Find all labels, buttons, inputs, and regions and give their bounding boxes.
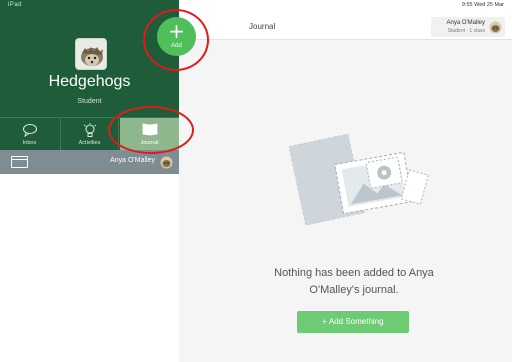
user-avatar-icon [489,21,502,39]
sidebar: iPad Hedgehogs Student Inbox Activities … [0,0,179,362]
empty-message-line-1: Nothing has been added to Anya [274,267,434,279]
class-avatar-icon [75,38,107,70]
student-name: Anya O'Malley [110,157,155,164]
tab-activities[interactable]: Activities [60,118,119,151]
top-bar: 9:55 Wed 25 Mar Journal Anya O'Malley St… [179,0,512,40]
class-role: Student [77,98,102,105]
tab-journal-label: Journal [140,140,159,146]
plus-icon: + [168,19,185,43]
class-header: iPad Hedgehogs Student Inbox Activities … [0,0,179,151]
user-name: Anya O'Malley [446,20,486,26]
user-switcher[interactable]: Anya O'Malley Student · 1 class [431,17,505,37]
class-name: Hedgehogs [48,73,131,90]
journal-icon [142,123,158,141]
add-something-button[interactable]: + Add Something [297,311,409,333]
journal-panel: 9:55 Wed 25 Mar Journal Anya O'Malley St… [179,0,512,362]
empty-journal-illustration [264,120,434,240]
empty-message: Nothing has been added to Anya O'Malley'… [249,265,459,299]
sidebar-tabs: Inbox Activities Journal [0,117,179,151]
add-button[interactable]: + Add [157,17,196,56]
status-bar-right: 9:55 Wed 25 Mar [461,2,504,8]
status-bar-left: iPad [8,2,23,8]
portfolio-icon[interactable] [11,156,28,168]
tab-activities-label: Activities [78,140,101,146]
student-list-item[interactable]: Anya O'Malley [0,150,179,174]
tab-inbox[interactable]: Inbox [0,118,59,151]
tab-inbox-label: Inbox [22,140,37,146]
add-button-label: Add [171,43,182,49]
tab-journal[interactable]: Journal [120,118,179,151]
empty-message-line-2: O'Malley's journal. [309,284,399,296]
student-avatar-icon [160,156,173,174]
page-title: Journal [249,22,276,31]
user-role: Student · 1 class [447,28,485,34]
